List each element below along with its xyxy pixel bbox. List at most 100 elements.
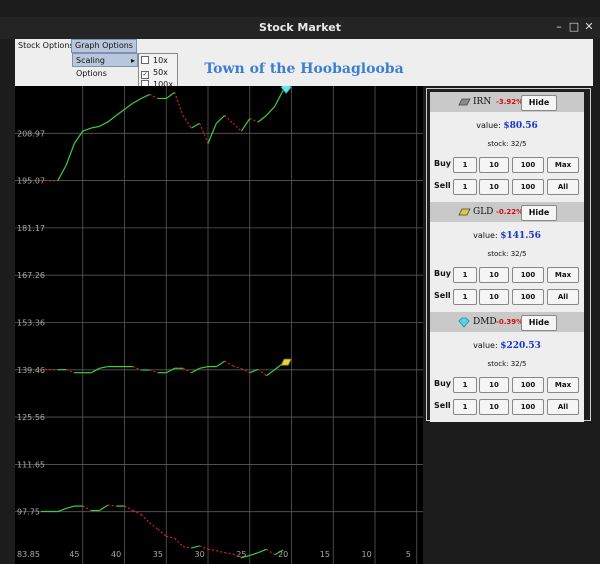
buy-button-100[interactable]: 100 xyxy=(512,377,544,393)
menu-graph-options[interactable]: Graph Options xyxy=(71,39,137,53)
stock-value: $141.56 xyxy=(500,231,541,241)
sell-button-100[interactable]: 100 xyxy=(512,399,544,415)
buy-button-max[interactable]: Max xyxy=(547,157,579,173)
series-segment-fall xyxy=(249,118,259,123)
series-segment-rise xyxy=(266,369,276,377)
series-segment-rise xyxy=(65,143,75,166)
value-label: value: xyxy=(476,121,501,130)
scaling-option-label: 50x xyxy=(153,68,168,77)
y-axis-tick-label: 195.07 xyxy=(17,177,45,186)
gold-ingot-icon xyxy=(458,208,471,216)
sell-button-1[interactable]: 1 xyxy=(453,179,477,195)
menu-stock-options[interactable]: Stock Options xyxy=(15,39,77,53)
buy-button-1[interactable]: 1 xyxy=(453,267,477,283)
stock-value: $220.53 xyxy=(500,341,541,351)
series-segment-rise xyxy=(165,367,175,374)
scaling-option-50x[interactable]: ✓ 50x xyxy=(141,67,168,79)
stock-name: IRN xyxy=(473,97,492,107)
buy-button-1[interactable]: 1 xyxy=(453,377,477,393)
series-segment-fall xyxy=(232,365,242,370)
series-segment-fall xyxy=(266,548,276,556)
series-segment-rise xyxy=(215,115,226,124)
x-axis-tick-label: 10 xyxy=(362,550,372,559)
sell-button-10[interactable]: 10 xyxy=(479,289,509,305)
series-segment-fall xyxy=(132,509,142,516)
stock-card-gld: GLD -0.22% Hide value: $141.56 stock: 32… xyxy=(430,202,584,312)
sell-button-10[interactable]: 10 xyxy=(479,179,509,195)
buy-button-100[interactable]: 100 xyxy=(512,267,544,283)
x-axis-tick-label: 5 xyxy=(406,550,411,559)
buy-button-10[interactable]: 10 xyxy=(479,377,509,393)
checkbox-icon[interactable]: ✓ xyxy=(141,71,149,79)
title-bar[interactable]: Stock Market – □ ✕ xyxy=(0,17,600,39)
series-segment-rise xyxy=(257,115,267,123)
gold-ingot-icon xyxy=(280,358,292,366)
hide-button[interactable]: Hide xyxy=(521,205,557,221)
series-segment-fall xyxy=(207,548,217,552)
value-label: value: xyxy=(473,341,498,350)
x-axis-tick-label: 35 xyxy=(153,550,163,559)
sell-button-100[interactable]: 100 xyxy=(512,179,544,195)
close-icon[interactable]: ✕ xyxy=(582,20,596,33)
buy-button-max[interactable]: Max xyxy=(547,267,579,283)
series-segment-fall xyxy=(174,92,184,116)
checkbox-icon[interactable] xyxy=(141,56,149,64)
series-segment-rise xyxy=(65,505,75,510)
stock-card-header: IRN -3.92% Hide xyxy=(430,92,584,112)
series-segment-fall xyxy=(199,545,209,550)
buy-label: Buy xyxy=(434,269,452,278)
stock-value-row: value: $220.53 xyxy=(430,341,584,351)
stock-count: stock: 32/5 xyxy=(487,250,527,258)
series-segment-fall xyxy=(174,537,184,548)
submenu-arrow-icon: ▸ xyxy=(130,56,135,65)
y-axis-tick-label: 181.17 xyxy=(17,224,45,233)
x-axis-tick-label: 30 xyxy=(195,550,205,559)
diamond-icon xyxy=(458,317,470,328)
series-segment-rise xyxy=(99,504,109,512)
series-segment-fall xyxy=(182,545,192,549)
app-window: Stock Market – □ ✕ Stock Options Graph O… xyxy=(0,0,600,564)
maximize-icon[interactable]: □ xyxy=(567,20,581,33)
series-segment-fall xyxy=(107,504,117,507)
sell-label: Sell xyxy=(434,291,451,300)
sell-button-1[interactable]: 1 xyxy=(453,289,477,305)
series-segment-fall xyxy=(157,528,167,537)
y-axis-tick-label: 97.75 xyxy=(17,508,40,517)
series-segment-fall xyxy=(224,115,234,124)
sell-button-all[interactable]: All xyxy=(547,289,579,305)
sell-button-1[interactable]: 1 xyxy=(453,399,477,415)
sell-button-all[interactable]: All xyxy=(547,399,579,415)
y-axis-tick-label: 167.26 xyxy=(17,271,45,280)
stock-count: stock: 32/5 xyxy=(487,360,527,368)
buy-button-max[interactable]: Max xyxy=(547,377,579,393)
sell-button-10[interactable]: 10 xyxy=(479,399,509,415)
series-segment-fall xyxy=(140,514,150,524)
y-axis-tick-label: 111.65 xyxy=(17,460,45,469)
stock-change: -0.39% xyxy=(496,318,524,326)
hide-button[interactable]: Hide xyxy=(521,315,557,331)
hide-button[interactable]: Hide xyxy=(521,95,557,111)
price-chart-svg: 208.97 195.07 181.17 167.26 153.36 139.46 125.… xyxy=(15,86,423,564)
buy-button-100[interactable]: 100 xyxy=(512,157,544,173)
minimize-icon[interactable]: – xyxy=(552,20,566,33)
buy-button-10[interactable]: 10 xyxy=(479,157,509,173)
series-segment-rise xyxy=(57,165,67,182)
menu-bar: Stock Options Graph Options xyxy=(15,39,593,53)
series-segment-rise xyxy=(191,122,200,129)
buy-button-10[interactable]: 10 xyxy=(479,267,509,283)
sell-button-100[interactable]: 100 xyxy=(512,289,544,305)
series-segment-rise xyxy=(191,545,200,549)
y-axis-tick-label: 139.46 xyxy=(17,366,45,375)
stock-name: DMD xyxy=(473,317,497,327)
sell-label: Sell xyxy=(434,401,451,410)
series-segment-rise xyxy=(266,105,276,116)
stock-card-irn: IRN -3.92% Hide value: $80.56 stock: 32/… xyxy=(430,92,584,202)
iron-ingot-icon xyxy=(458,98,471,106)
sell-button-all[interactable]: All xyxy=(547,179,579,195)
series-segment-rise xyxy=(107,115,117,123)
x-axis-tick-label: 15 xyxy=(320,550,330,559)
scaling-option-10x[interactable]: 10x xyxy=(141,55,168,67)
series-segment-rise xyxy=(82,127,92,132)
buy-button-1[interactable]: 1 xyxy=(453,157,477,173)
menu-item-scaling-options[interactable]: Scaling Options ▸ xyxy=(72,53,138,78)
